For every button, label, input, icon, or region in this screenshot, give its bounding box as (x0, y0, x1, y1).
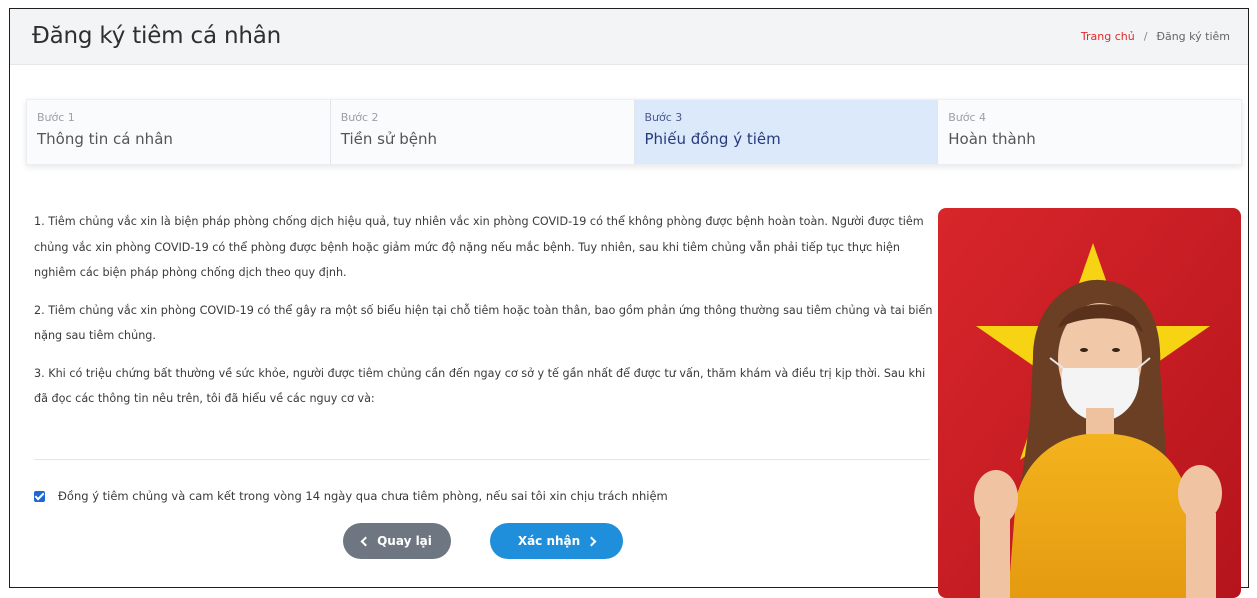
page-title: Đăng ký tiêm cá nhân (32, 23, 281, 49)
consent-row: Đồng ý tiêm chủng và cam kết trong vòng … (34, 489, 668, 503)
breadcrumb: Trang chủ / Đăng ký tiêm (1081, 30, 1230, 43)
step-4[interactable]: Bước 4 Hoàn thành (938, 100, 1241, 164)
step-number: Bước 3 (644, 111, 683, 124)
breadcrumb-current: Đăng ký tiêm (1156, 30, 1230, 43)
consent-terms: 1. Tiêm chủng vắc xin là biện pháp phòng… (34, 209, 934, 424)
consent-checkbox[interactable] (34, 490, 45, 502)
step-name: Tiền sử bệnh (340, 130, 437, 148)
divider (34, 459, 930, 460)
page-header: Đăng ký tiêm cá nhân Trang chủ / Đăng ký t… (10, 9, 1248, 65)
step-progress: Bước 1 Thông tin cá nhân Bước 2 Tiền sử … (26, 99, 1242, 165)
terms-paragraph-3: 3. Khi có triệu chứng bất thường về sức … (34, 366, 926, 406)
confirm-button-label: Xác nhận (517, 534, 581, 548)
hero-image-woman-vietnam-flag (938, 208, 1241, 598)
breadcrumb-separator: / (1143, 30, 1148, 43)
breadcrumb-home-link[interactable]: Trang chủ (1081, 30, 1135, 43)
step-name: Hoàn thành (948, 130, 1036, 148)
step-number: Bước 1 (37, 111, 75, 124)
step-1[interactable]: Bước 1 Thông tin cá nhân (27, 100, 331, 164)
consent-label: Đồng ý tiêm chủng và cam kết trong vòng … (58, 489, 668, 503)
back-button[interactable]: Quay lại (343, 523, 451, 559)
chevron-left-icon (360, 536, 371, 546)
terms-paragraph-2: 2. Tiêm chủng vắc xin phòng COVID-19 có … (34, 303, 933, 343)
confirm-button[interactable]: Xác nhận (490, 523, 623, 559)
page-frame: Đăng ký tiêm cá nhân Trang chủ / Đăng ký t… (9, 8, 1249, 598)
step-number: Bước 2 (340, 111, 379, 124)
terms-paragraph-1: 1. Tiêm chủng vắc xin là biện pháp phòng… (34, 215, 924, 279)
step-number: Bước 4 (948, 111, 987, 124)
step-2[interactable]: Bước 2 Tiền sử bệnh (330, 100, 635, 164)
step-name: Thông tin cá nhân (37, 130, 173, 148)
back-button-label: Quay lại (377, 534, 432, 548)
step-3[interactable]: Bước 3 Phiếu đồng ý tiêm (634, 100, 939, 164)
step-name: Phiếu đồng ý tiêm (644, 130, 781, 148)
chevron-right-icon (586, 536, 597, 546)
